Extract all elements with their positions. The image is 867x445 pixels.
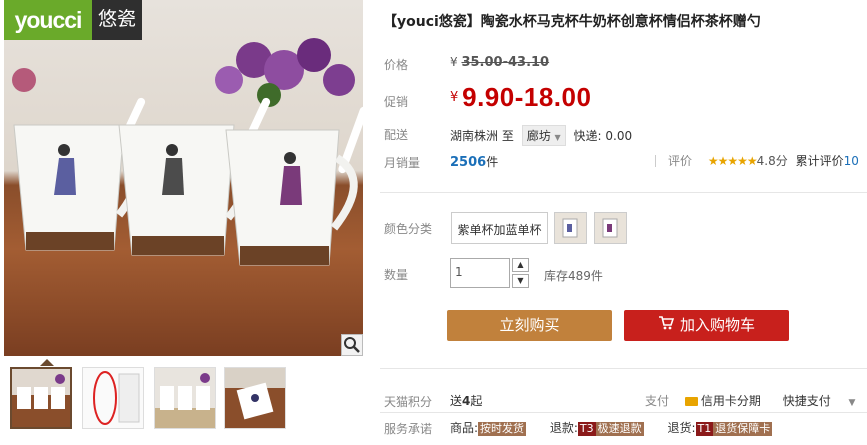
brand-logo-en: youcci [4,0,92,40]
refund-badge[interactable]: 极速退款 [595,422,644,436]
total-review-count: 10 [843,154,859,168]
star-rating-icon: ★★★★★ [707,154,758,168]
points-suffix: 起 [470,394,483,408]
zoom-icon[interactable] [341,334,363,356]
promo-price-value: 9.90-18.00 [462,82,592,112]
promo-price: ¥ 9.90-18.00 [450,82,591,113]
payment-info: 支付 信用卡分期 快捷支付 ▼ [645,392,855,409]
chevron-down-icon: ▼ [554,133,561,142]
chevron-down-icon[interactable]: ▼ [849,398,856,408]
monthly-sales: 2506件 [450,153,498,170]
return-label: 退货: [667,421,696,435]
divider [380,192,867,193]
service-promises: 商品: 按时发货 退款: T3 极速退款 退货: T1 退货保障卡 [450,419,773,436]
divider [380,412,867,413]
shipping-info: 湖南株洲 至 廊坊 ▼ 快递: 0.00 [450,125,632,146]
thumbnail-1[interactable] [10,367,72,429]
sales-unit: 件 [486,155,499,169]
product-title: 【youci悠瓷】陶瓷水杯马克杯牛奶杯创意杯情侣杯茶杯赠勺 [383,14,761,30]
divider [380,368,867,369]
color-option-thumb-2[interactable] [594,212,627,244]
rate-label: 评价 [668,154,693,168]
points-label: 天猫积分 [384,395,433,409]
mugs-illustration [12,38,363,266]
price-label: 价格 [384,58,409,72]
goods-label: 商品: [450,421,479,435]
credit-installment[interactable]: 信用卡分期 [684,394,761,408]
buy-now-button[interactable]: 立刻购买 [447,310,612,341]
divider [655,155,656,167]
refund-code-badge: T3 [577,422,596,436]
ship-to-word: 至 [501,129,514,143]
ship-destination: 廊坊 [526,129,551,143]
quantity-input[interactable]: 1 [450,258,510,288]
cart-icon [658,310,675,341]
add-to-cart-button[interactable]: 加入购物车 [624,310,789,341]
fast-pay-label[interactable]: 快捷支付 [783,394,831,408]
color-label: 颜色分类 [384,222,433,236]
return-badge[interactable]: 退货保障卡 [713,422,773,436]
sales-count: 2506 [450,155,487,170]
original-price-value: 35.00-43.10 [461,55,550,70]
color-option-text[interactable]: 紫单杯加蓝单杯 [451,212,548,244]
qty-increase-button[interactable]: ▲ [512,258,529,272]
return-code-badge: T1 [695,422,714,436]
thumbnail-4[interactable] [224,367,286,429]
pay-label: 支付 [645,394,670,408]
ship-destination-select[interactable]: 廊坊 ▼ [521,125,566,146]
promo-currency: ¥ [450,90,459,105]
total-reviews-link[interactable]: 累计评价10 [796,154,859,168]
ship-from: 湖南株洲 [450,129,499,143]
thumbnail-2[interactable] [82,367,144,429]
qty-label: 数量 [384,268,409,282]
qty-decrease-button[interactable]: ▼ [512,274,529,288]
product-gallery: youcci 悠瓷 [0,0,365,445]
total-review-label: 累计评价 [795,154,844,168]
color-option-thumb-1[interactable] [554,212,587,244]
points-prefix: 送 [450,394,463,408]
rating: 评价 ★★★★★4.8分 累计评价10 [668,152,859,169]
currency-symbol: ¥ [450,55,458,69]
thumbnail-pointer [40,359,54,366]
brand-logo: youcci 悠瓷 [4,0,142,40]
credit-label: 信用卡分期 [700,394,761,408]
credit-card-icon [684,397,698,406]
refund-label: 退款: [549,421,578,435]
goods-badge[interactable]: 按时发货 [478,422,527,436]
original-price: ¥ 35.00-43.10 [450,55,549,70]
main-product-image[interactable]: youcci 悠瓷 [4,0,363,356]
sales-label: 月销量 [384,156,421,170]
points-info: 送4起 [450,392,482,409]
stock-count: 库存489件 [544,269,603,283]
add-to-cart-label: 加入购物车 [679,316,755,334]
rate-score: 4.8分 [756,154,788,168]
brand-logo-cn: 悠瓷 [92,0,142,40]
thumbnail-3[interactable] [154,367,216,429]
service-label: 服务承诺 [384,422,433,436]
ship-label: 配送 [384,128,409,142]
ship-fee: 快递: 0.00 [573,129,633,143]
promo-label: 促销 [384,95,409,109]
